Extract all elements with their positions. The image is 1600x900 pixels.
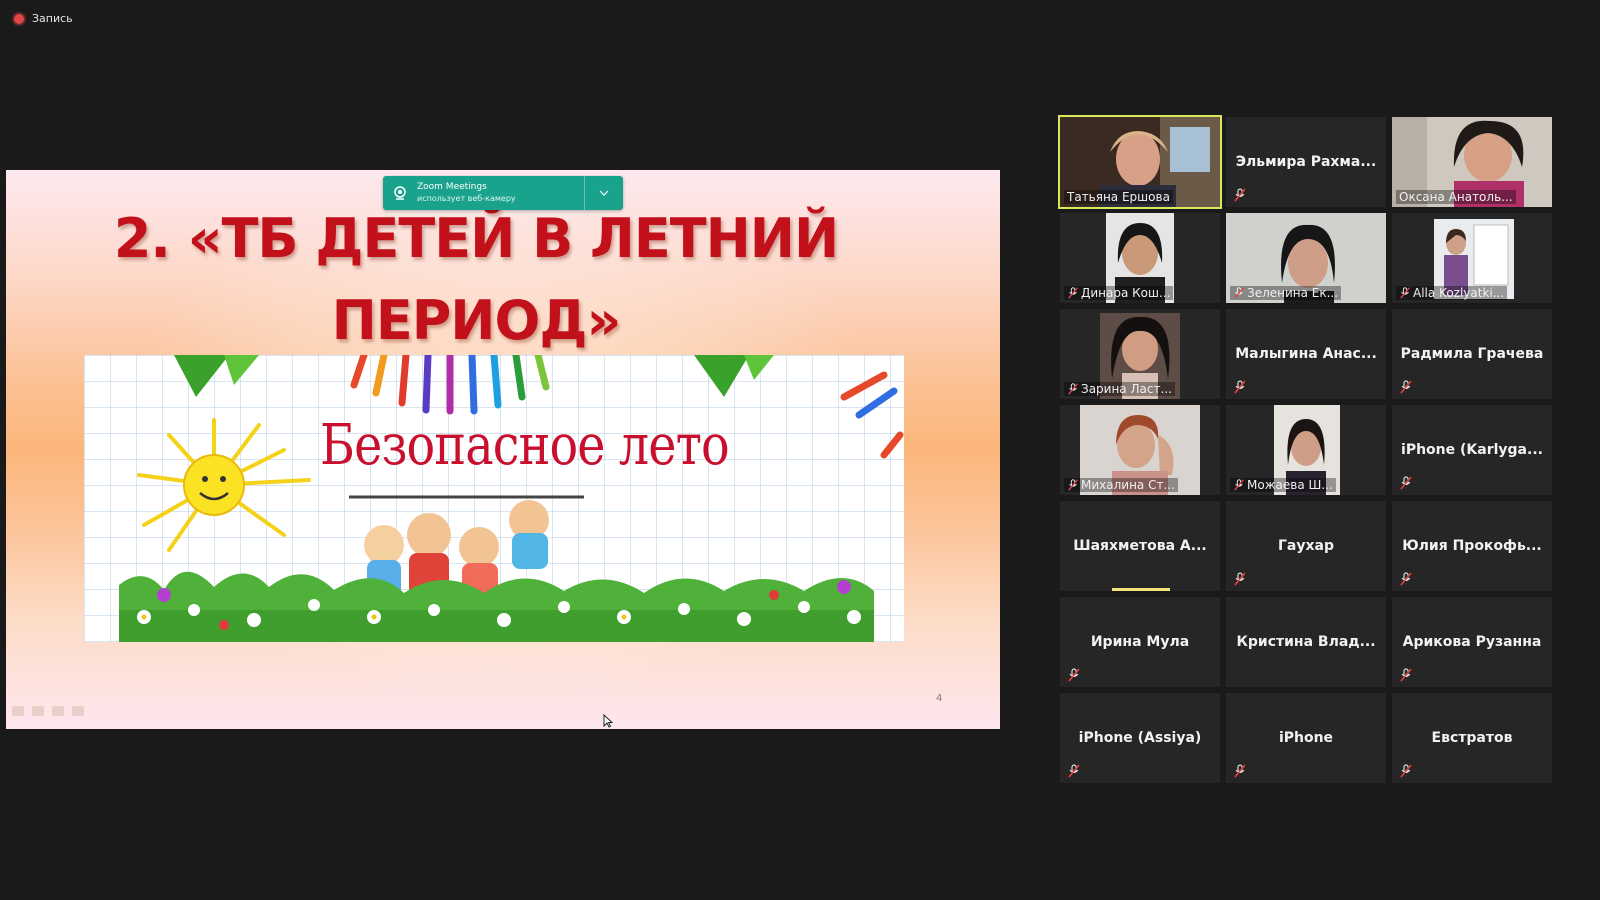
- participant-tile[interactable]: Оксана Анатоль...: [1392, 117, 1552, 207]
- participant-name-label: Зарина Ласт...: [1064, 382, 1175, 396]
- participant-tile[interactable]: Малыгина Анас...: [1226, 309, 1386, 399]
- participant-tile[interactable]: Эльмира Рахма...: [1226, 117, 1386, 207]
- banner-illustration: [119, 355, 904, 642]
- recording-label: Запись: [32, 12, 73, 25]
- participant-name: Малыгина Анас...: [1235, 346, 1377, 362]
- participant-tile[interactable]: Кристина Влад...: [1226, 597, 1386, 687]
- mouse-cursor-icon: [603, 714, 613, 728]
- participant-name: iPhone (Karlyga...: [1401, 442, 1543, 458]
- slide-toolbar[interactable]: [12, 706, 84, 716]
- mic-muted-icon: [1234, 380, 1246, 394]
- participant-name-label: Зеленина Ек...: [1230, 286, 1342, 300]
- participant-name: Шаяхметова А...: [1073, 538, 1207, 554]
- slide-title-line-1: 2. «ТБ ДЕТЕЙ В ЛЕТНИЙ: [113, 207, 839, 270]
- mic-muted-icon: [1068, 383, 1078, 395]
- slide-title: 2. «ТБ ДЕТЕЙ В ЛЕТНИЙ ПЕРИОД»: [6, 198, 946, 362]
- mic-muted-icon: [1068, 479, 1078, 491]
- participant-tile[interactable]: Юлия Прокофь...: [1392, 501, 1552, 591]
- participant-name-label: Можаева Ш...: [1230, 478, 1336, 492]
- participant-tile[interactable]: Гаухар: [1226, 501, 1386, 591]
- record-icon: [14, 13, 24, 24]
- participant-tile[interactable]: Михалина Ст...: [1060, 405, 1220, 495]
- slide-title-line-2: ПЕРИОД»: [331, 289, 622, 352]
- slide-banner-image: Безопасное лето: [84, 355, 904, 642]
- participant-name: Гаухар: [1278, 538, 1334, 554]
- participant-tile[interactable]: iPhone: [1226, 693, 1386, 783]
- chevron-down-icon: [599, 190, 609, 196]
- speaking-indicator: [1112, 588, 1170, 591]
- webcam-icon: [383, 185, 417, 201]
- participant-tile[interactable]: Шаяхметова А...: [1060, 501, 1220, 591]
- notification-title: Zoom Meetings: [417, 182, 487, 192]
- slides-icon[interactable]: [52, 706, 64, 716]
- mic-muted-icon: [1400, 572, 1412, 586]
- mic-muted-icon: [1068, 668, 1080, 682]
- participant-name: iPhone (Assiya): [1078, 730, 1202, 746]
- participant-name: Радмила Грачева: [1400, 346, 1544, 362]
- participant-tile[interactable]: Арикова Рузанна: [1392, 597, 1552, 687]
- mic-muted-icon: [1234, 188, 1246, 202]
- participant-name: Оксана Анатоль...: [1396, 190, 1516, 204]
- shared-screen[interactable]: 2. «ТБ ДЕТЕЙ В ЛЕТНИЙ ПЕРИОД» Безопасное…: [6, 170, 1000, 729]
- mic-muted-icon: [1400, 668, 1412, 682]
- notification-text: Zoom Meetings использует веб-камеру: [417, 181, 584, 205]
- next-slide-icon[interactable]: [72, 706, 84, 716]
- notification-subtitle: использует веб-камеру: [417, 194, 516, 203]
- participant-tile[interactable]: Ирина Мула: [1060, 597, 1220, 687]
- participant-name: Alla Kozlyatki...: [1413, 286, 1505, 300]
- participant-tile[interactable]: Зеленина Ек...: [1226, 213, 1386, 303]
- participant-name: Евстратов: [1431, 730, 1513, 746]
- banner-text: Безопасное лето: [320, 413, 730, 478]
- pen-icon[interactable]: [32, 706, 44, 716]
- participant-tile[interactable]: Татьяна Ершова: [1058, 115, 1222, 209]
- mic-muted-icon: [1234, 764, 1246, 778]
- participant-name: Ирина Мула: [1090, 634, 1190, 650]
- mic-muted-icon: [1234, 479, 1244, 491]
- participant-name-label: Динара Кош...: [1064, 286, 1174, 300]
- mic-muted-icon: [1400, 476, 1412, 490]
- participant-name: Арикова Рузанна: [1402, 634, 1542, 650]
- mic-muted-icon: [1234, 572, 1246, 586]
- participant-name: Татьяна Ершова: [1064, 190, 1173, 204]
- participant-name: Юлия Прокофь...: [1402, 538, 1542, 554]
- mic-muted-icon: [1400, 287, 1410, 299]
- notification-expand-button[interactable]: [584, 176, 623, 210]
- participant-tile[interactable]: Динара Кош...: [1060, 213, 1220, 303]
- participant-tile[interactable]: iPhone (Karlyga...: [1392, 405, 1552, 495]
- participant-tile[interactable]: Евстратов: [1392, 693, 1552, 783]
- participant-name: Динара Кош...: [1081, 286, 1171, 300]
- participant-name: Эльмира Рахма...: [1235, 154, 1377, 170]
- participant-tile[interactable]: Зарина Ласт...: [1060, 309, 1220, 399]
- webcam-notification[interactable]: Zoom Meetings использует веб-камеру: [383, 176, 623, 210]
- participant-name: iPhone: [1278, 730, 1334, 746]
- mic-muted-icon: [1400, 764, 1412, 778]
- participant-name-label: Alla Kozlyatki...: [1396, 286, 1508, 300]
- mic-muted-icon: [1068, 287, 1078, 299]
- participant-tile[interactable]: iPhone (Assiya): [1060, 693, 1220, 783]
- participant-name-label: Михалина Ст...: [1064, 478, 1178, 492]
- participant-name: Можаева Ш...: [1247, 478, 1333, 492]
- participant-name: Кристина Влад...: [1236, 634, 1376, 650]
- mic-muted-icon: [1400, 380, 1412, 394]
- participant-name: Зарина Ласт...: [1081, 382, 1172, 396]
- participant-tile[interactable]: Радмила Грачева: [1392, 309, 1552, 399]
- participant-name: Зеленина Ек...: [1247, 286, 1339, 300]
- participant-name: Михалина Ст...: [1081, 478, 1175, 492]
- mic-muted-icon: [1234, 287, 1244, 299]
- previous-slide-icon[interactable]: [12, 706, 24, 716]
- participant-tile[interactable]: Alla Kozlyatki...: [1392, 213, 1552, 303]
- recording-indicator[interactable]: Запись: [14, 12, 73, 25]
- mic-muted-icon: [1068, 764, 1080, 778]
- participant-tile[interactable]: Можаева Ш...: [1226, 405, 1386, 495]
- slide-page-number: 4: [936, 693, 943, 704]
